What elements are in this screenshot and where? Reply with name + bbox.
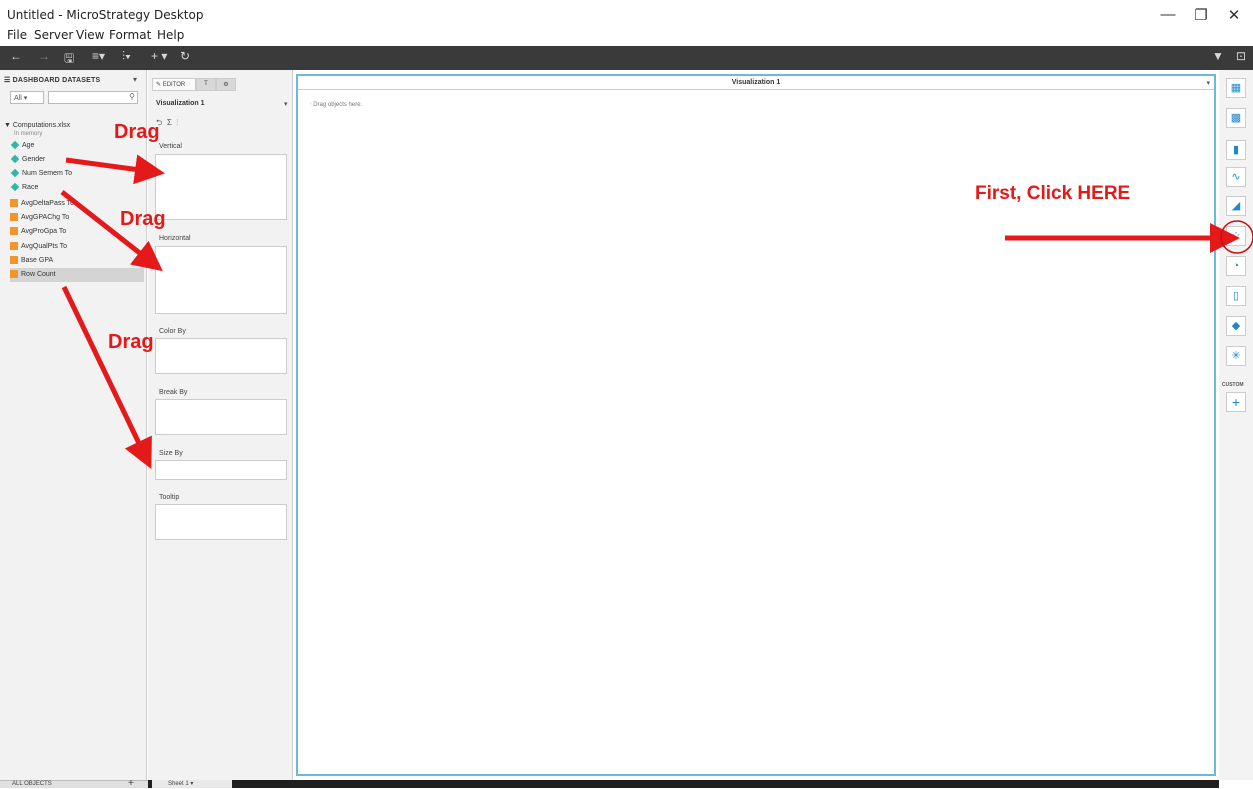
window-titlebar: Untitled - MicroStrategy Desktop — ❐ ✕ [0, 0, 1253, 28]
all-objects-bar[interactable]: ALL OBJECTS + [0, 778, 148, 789]
drag-annotation-2: Drag [120, 208, 166, 230]
bubble-chart-icon[interactable]: ⁘ [1226, 226, 1246, 246]
drag-annotation-3: Drag [108, 331, 154, 353]
filter-icon[interactable]: ▼ [1212, 49, 1224, 63]
sheet-bar [148, 780, 1219, 788]
refresh-icon[interactable]: ↻ [180, 49, 190, 63]
insert-viz-icon[interactable]: ⫶▾ [122, 49, 131, 64]
metric-icon [10, 242, 18, 250]
restore-button[interactable]: ❐ [1191, 6, 1211, 24]
add-icon[interactable]: + [128, 778, 134, 789]
drop-zone-break-by[interactable] [155, 399, 287, 435]
editor-tabs: ✎ EDITOR T ⚙ [148, 76, 293, 91]
line-chart-icon[interactable]: ∿ [1226, 167, 1246, 187]
chevron-down-icon[interactable]: ▾ [1206, 79, 1210, 87]
menu-bar: File Server View Format Help [0, 28, 1253, 45]
drop-label-size-by: Size By [159, 450, 183, 457]
search-input[interactable]: ⚲ [48, 91, 138, 104]
menu-server[interactable]: Server [34, 28, 73, 42]
menu-help[interactable]: Help [157, 28, 184, 42]
chevron-down-icon[interactable]: ▾ [284, 100, 288, 108]
drop-label-tooltip: Tooltip [159, 494, 180, 501]
network-icon[interactable]: ✳ [1226, 346, 1246, 366]
viz-selector[interactable]: Visualization 1 [156, 100, 205, 107]
drag-annotation-1: Drag [114, 121, 160, 143]
sheet-tab[interactable]: Sheet 1 ▾ [152, 780, 232, 788]
visualization-canvas[interactable]: Visualization 1 ▾ ⫶ Drag objects here. [296, 74, 1216, 776]
add-icon[interactable]: + ▾ [151, 49, 167, 63]
menu-file[interactable]: File [7, 28, 27, 42]
metric-icon [10, 270, 18, 278]
dataset-status: In memory [14, 131, 43, 137]
pie-chart-icon[interactable]: ◔ [1226, 256, 1246, 276]
canvas-hint: ⫶ Drag objects here. [310, 102, 363, 108]
chevron-down-icon[interactable]: ▾ [133, 75, 137, 84]
field-race[interactable]: Race [10, 182, 144, 196]
menu-view[interactable]: View [76, 28, 104, 42]
add-custom-icon[interactable]: + [1226, 392, 1246, 412]
window-title: Untitled - MicroStrategy Desktop [7, 8, 204, 22]
drop-zone-horizontal[interactable] [155, 246, 287, 314]
toolbar: ← → 🖫 ≡▾ ⫶▾ + ▾ ↻ ▼ ⊡ [0, 46, 1253, 70]
field-avgqualpts[interactable]: AvgQualPts To [10, 240, 144, 254]
attribute-icon [10, 168, 20, 178]
bar-chart-icon[interactable]: ▮ [1226, 140, 1246, 160]
tab-format[interactable]: ⚙ [216, 78, 236, 91]
metric-icon [10, 213, 18, 221]
map-icon[interactable]: ◆ [1226, 316, 1246, 336]
drop-zone-vertical[interactable] [155, 154, 287, 220]
bar-chart-icon: ⫶ [310, 102, 312, 108]
attribute-icon [10, 182, 20, 192]
close-button[interactable]: ✕ [1224, 6, 1244, 24]
drop-label-vertical: Vertical [159, 143, 182, 150]
datasets-header: ☰ DASHBOARD DATASETS [4, 77, 101, 84]
field-num-semem[interactable]: Num Semem To [10, 168, 144, 182]
chart-options-icon[interactable]: ⫶ [176, 118, 178, 127]
back-icon[interactable]: ← [10, 49, 22, 63]
grid-icon[interactable]: ▦ [1226, 78, 1246, 98]
filter-select[interactable]: All ▾ [10, 91, 44, 104]
field-row-count[interactable]: Row Count [10, 268, 144, 282]
drop-label-color-by: Color By [159, 328, 186, 335]
attribute-icon [10, 154, 20, 164]
area-chart-icon[interactable]: ◢ [1226, 196, 1246, 216]
visualization-gallery: ▦ ▩ ▮ ∿ ◢ ⁘ ◔ ▯ ◆ ✳ CUSTOM + [1219, 70, 1253, 780]
forward-icon[interactable]: → [38, 49, 50, 63]
search-icon: ⚲ [129, 92, 135, 101]
field-base-gpa[interactable]: Base GPA [10, 254, 144, 268]
sum-icon[interactable]: Σ [167, 118, 172, 127]
visualization-title: Visualization 1 [298, 76, 1214, 90]
add-data-icon[interactable]: ≡▾ [92, 49, 105, 63]
drop-label-break-by: Break By [159, 389, 188, 396]
heatmap-icon[interactable]: ▩ [1226, 108, 1246, 128]
save-icon[interactable]: 🖫 [64, 49, 74, 70]
custom-label: CUSTOM [1222, 382, 1244, 388]
minimize-button[interactable]: — [1158, 6, 1178, 23]
field-gender[interactable]: Gender [10, 154, 144, 168]
presentation-icon[interactable]: ⊡ [1236, 49, 1246, 63]
dataset-name[interactable]: ▼ Computations.xlsx [4, 122, 70, 129]
datasets-panel: ☰ DASHBOARD DATASETS ▾ All ▾ ⚲ ▼ Computa… [0, 70, 147, 780]
tab-filter[interactable]: T [196, 78, 216, 91]
combo-chart-icon[interactable]: ▯ [1226, 286, 1246, 306]
drop-zone-size-by[interactable] [155, 460, 287, 480]
all-objects-label: ALL OBJECTS [12, 781, 52, 787]
attribute-icon [10, 140, 20, 150]
metric-icon [10, 256, 18, 264]
editor-panel: ✎ EDITOR T ⚙ Visualization 1 ▾ ⮌ Σ ⫶ Ver… [148, 70, 293, 780]
tab-editor[interactable]: ✎ EDITOR [152, 78, 196, 91]
drop-zone-tooltip[interactable] [155, 504, 287, 540]
click-here-annotation: First, Click HERE [975, 183, 1131, 204]
drop-zone-color-by[interactable] [155, 338, 287, 374]
menu-format[interactable]: Format [109, 28, 151, 42]
metric-icon [10, 199, 18, 207]
metric-icon [10, 227, 18, 235]
drop-label-horizontal: Horizontal [159, 235, 191, 242]
